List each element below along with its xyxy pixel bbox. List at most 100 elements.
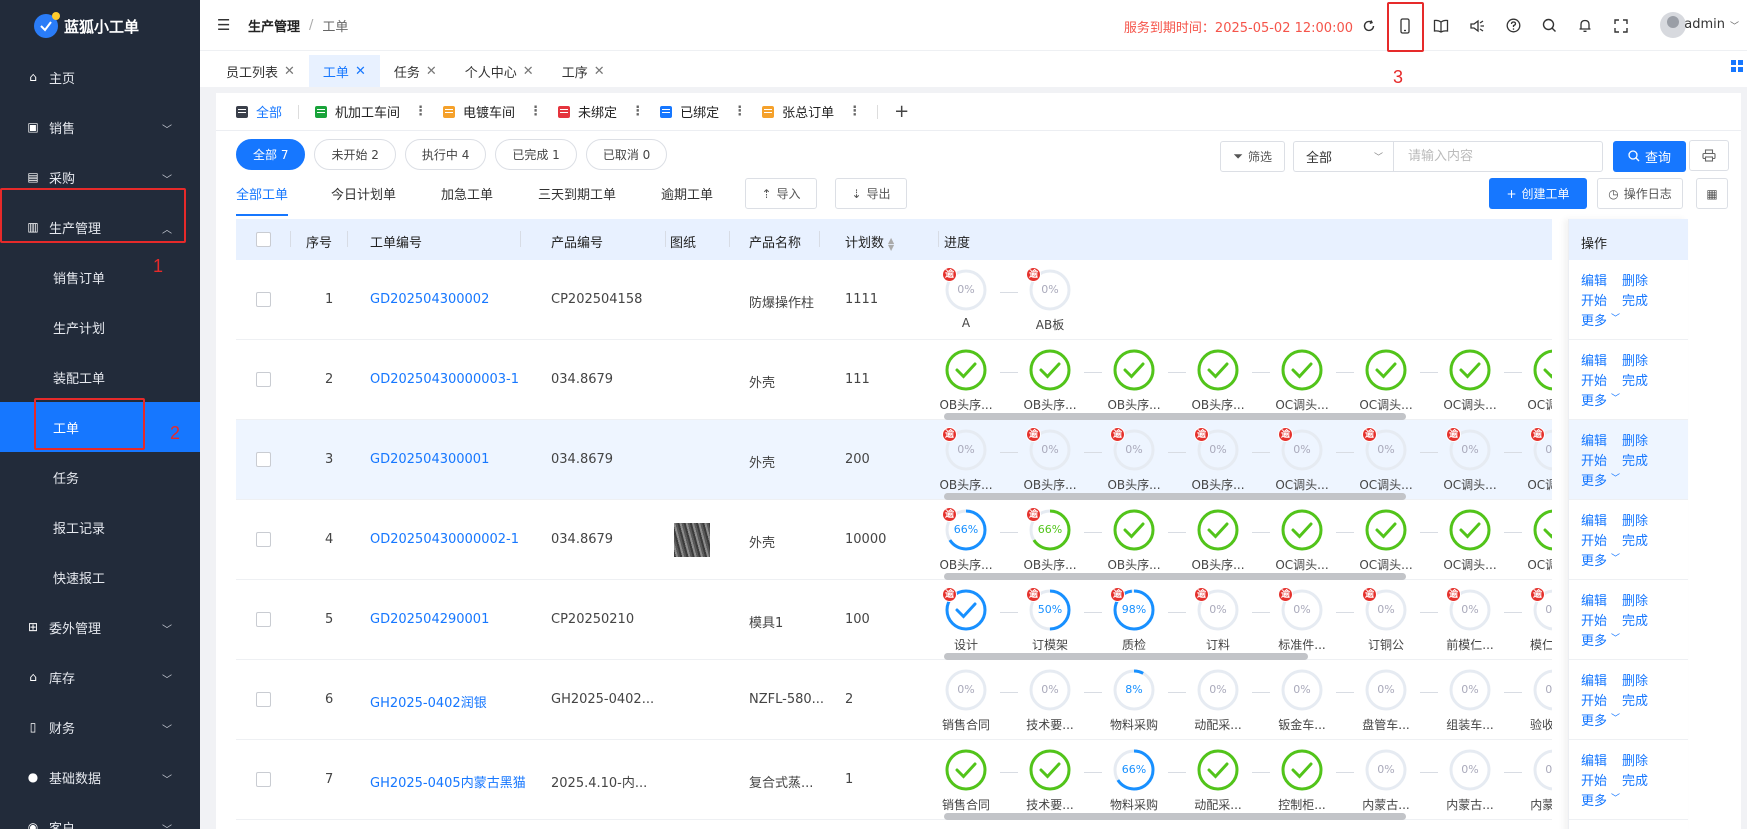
- more-vertical-icon[interactable]: ⋮: [529, 104, 542, 119]
- start-link[interactable]: 开始: [1581, 690, 1607, 709]
- status-pill-cancelled[interactable]: 已取消 0: [585, 139, 668, 170]
- column-header-plan-qty[interactable]: 计划数 ▲ ▼: [845, 232, 894, 251]
- table-row[interactable]: 3 GD202504300001 034.8679 外壳 200 0% 逾 OB头序... 0%…: [236, 420, 1552, 500]
- process-step[interactable]: 0% 逾 OB头序...: [1084, 425, 1174, 495]
- view-tab-all[interactable]: 全部: [236, 102, 282, 121]
- cell-order-no[interactable]: GD202504290001: [370, 612, 489, 627]
- sidebar-subitem-sales-order[interactable]: 销售订单: [0, 252, 200, 302]
- sidebar-item-outsource[interactable]: ⊞ 委外管理 ﹀: [0, 602, 200, 652]
- field-select[interactable]: 全部 ﹀: [1293, 140, 1393, 172]
- process-step[interactable]: 销售合同: [926, 745, 1006, 815]
- operation-log-button[interactable]: ◷ 操作日志: [1597, 178, 1683, 209]
- delete-link[interactable]: 删除: [1622, 670, 1648, 689]
- chevron-down-icon[interactable]: ﹀: [1611, 311, 1620, 324]
- user-name[interactable]: admin: [1684, 17, 1725, 32]
- process-step[interactable]: OB头序...: [926, 345, 1006, 415]
- table-row[interactable]: 1 GD202504300002 CP202504158 防爆操作柱 1111 0% 逾 A 0…: [236, 260, 1552, 340]
- table-row[interactable]: 4 OD20250430000002-1 034.8679 外壳 10000 66% 逾 OB…: [236, 500, 1552, 580]
- search-input[interactable]: [1393, 140, 1603, 172]
- close-icon[interactable]: ✕: [426, 64, 437, 79]
- cell-order-no[interactable]: GH2025-0402润银: [370, 692, 487, 711]
- status-pill-completed[interactable]: 已完成 1: [495, 139, 577, 170]
- avatar[interactable]: [1660, 12, 1686, 38]
- view-tab-plating[interactable]: 电镀车间 ⋮: [443, 102, 542, 121]
- layout-grid-icon[interactable]: [1731, 60, 1743, 72]
- view-tab-unbound[interactable]: 未绑定 ⋮: [558, 102, 644, 121]
- start-link[interactable]: 开始: [1581, 370, 1607, 389]
- process-step[interactable]: 0%逾OC调头...: [1420, 425, 1510, 495]
- cell-order-no[interactable]: OD20250430000003-1: [370, 372, 519, 387]
- process-step[interactable]: 98% 逾质检: [1084, 585, 1174, 655]
- sub-tab-urgent[interactable]: 加急工单: [441, 184, 493, 203]
- delete-link[interactable]: 删除: [1622, 590, 1648, 609]
- sidebar-subitem-assembly-order[interactable]: 装配工单: [0, 352, 200, 402]
- process-step[interactable]: 66% 逾 OB头序...: [926, 505, 1006, 575]
- cell-order-no[interactable]: OD20250430000002-1: [370, 532, 519, 547]
- sidebar-item-sales[interactable]: ▣ 销售 ﹀: [0, 102, 200, 152]
- cell-order-no[interactable]: GD202504300002: [370, 292, 489, 307]
- close-icon[interactable]: ✕: [284, 64, 295, 79]
- start-link[interactable]: 开始: [1581, 450, 1607, 469]
- more-link[interactable]: 更多: [1581, 630, 1607, 649]
- process-step[interactable]: 0% 逾 AB板: [1000, 265, 1090, 335]
- sidebar-item-basic-data[interactable]: ● 基础数据 ﹀: [0, 752, 200, 802]
- sidebar-subitem-quick-report[interactable]: 快速报工: [0, 552, 200, 602]
- process-step[interactable]: OC调头...: [1504, 345, 1552, 415]
- export-button[interactable]: ⇣ 导出: [835, 178, 907, 209]
- process-step[interactable]: 0% 逾 OB头序...: [1168, 425, 1258, 495]
- finish-link[interactable]: 完成: [1622, 770, 1648, 789]
- delete-link[interactable]: 删除: [1622, 270, 1648, 289]
- row-checkbox[interactable]: [256, 452, 271, 467]
- chevron-down-icon[interactable]: ﹀: [1611, 391, 1620, 404]
- process-step[interactable]: OB头序...: [1168, 345, 1258, 415]
- search-icon[interactable]: [1531, 12, 1567, 39]
- tag-profile[interactable]: 个人中心 ✕: [451, 55, 548, 87]
- finish-link[interactable]: 完成: [1622, 530, 1648, 549]
- process-step[interactable]: OB头序...: [1000, 345, 1090, 415]
- horizontal-scrollbar[interactable]: [944, 493, 1406, 500]
- sidebar-item-finance[interactable]: ▯ 财务 ﹀: [0, 702, 200, 752]
- speaker-icon[interactable]: [1459, 12, 1495, 39]
- process-step[interactable]: 0%逾OC调头...: [1252, 425, 1342, 495]
- more-link[interactable]: 更多: [1581, 710, 1607, 729]
- row-checkbox[interactable]: [256, 372, 271, 387]
- process-step[interactable]: 0% 钣金车...: [1252, 665, 1342, 735]
- row-checkbox[interactable]: [256, 612, 271, 627]
- chevron-down-icon[interactable]: ﹀: [1611, 471, 1620, 484]
- import-button[interactable]: ⇡ 导入: [745, 178, 817, 209]
- menu-toggle-icon[interactable]: ☰: [217, 16, 231, 34]
- process-step[interactable]: OB头序...: [1084, 505, 1174, 575]
- process-step[interactable]: OC调头...: [1504, 505, 1552, 575]
- process-step[interactable]: 0% 逾 A: [926, 265, 1006, 335]
- edit-link[interactable]: 编辑: [1581, 670, 1607, 689]
- sidebar-item-customer[interactable]: ◉ 客户 ﹀: [0, 802, 200, 829]
- book-icon[interactable]: [1423, 12, 1459, 39]
- process-step[interactable]: 0% 逾 OB头序...: [926, 425, 1006, 495]
- process-step[interactable]: OC调头...: [1252, 345, 1342, 415]
- edit-link[interactable]: 编辑: [1581, 430, 1607, 449]
- sidebar-subitem-report-record[interactable]: 报工记录: [0, 502, 200, 552]
- table-row[interactable]: 2 OD20250430000003-1 034.8679 外壳 111 OB头序... O…: [236, 340, 1552, 420]
- chevron-down-icon[interactable]: ﹀: [1611, 711, 1620, 724]
- status-pill-in-progress[interactable]: 执行中 4: [404, 139, 487, 170]
- finish-link[interactable]: 完成: [1622, 290, 1648, 309]
- query-button[interactable]: 查询: [1613, 140, 1686, 172]
- process-step[interactable]: 0%逾模仁放电: [1504, 585, 1552, 655]
- fullscreen-icon[interactable]: [1603, 12, 1639, 39]
- tag-work-order[interactable]: 工单 ✕: [308, 55, 380, 87]
- finish-link[interactable]: 完成: [1622, 690, 1648, 709]
- sub-tab-overdue[interactable]: 逾期工单: [661, 184, 713, 203]
- process-step[interactable]: 0% 销售合同: [926, 665, 1006, 735]
- delete-link[interactable]: 删除: [1622, 350, 1648, 369]
- process-step[interactable]: 技术要...: [1000, 745, 1090, 815]
- process-step[interactable]: 0% 内蒙古...: [1504, 745, 1552, 815]
- delete-link[interactable]: 删除: [1622, 430, 1648, 449]
- process-step[interactable]: 66% 物料采购: [1084, 745, 1174, 815]
- edit-link[interactable]: 编辑: [1581, 590, 1607, 609]
- process-step[interactable]: 0% 动配采...: [1168, 665, 1258, 735]
- tag-employee-list[interactable]: 员工列表 ✕: [212, 55, 309, 87]
- sidebar-item-inventory[interactable]: ⌂ 库存 ﹀: [0, 652, 200, 702]
- process-step[interactable]: 0% 逾 OB头序...: [1000, 425, 1090, 495]
- edit-link[interactable]: 编辑: [1581, 750, 1607, 769]
- chevron-down-icon[interactable]: ﹀: [1730, 19, 1739, 32]
